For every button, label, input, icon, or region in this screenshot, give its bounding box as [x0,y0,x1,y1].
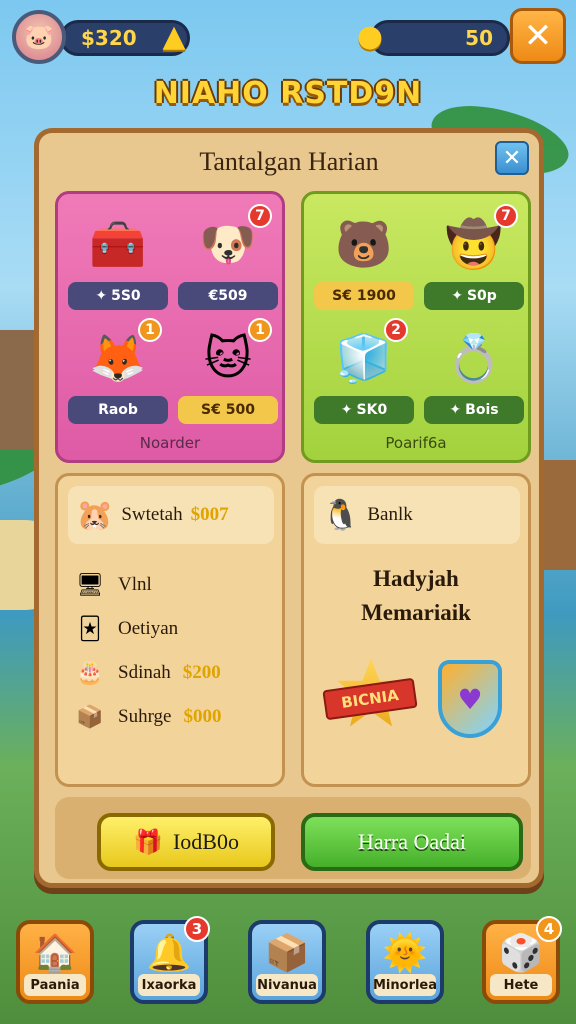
item-price: S€ 1900 [314,282,414,310]
panel-title: Tantalgan Harian [199,147,379,176]
shop-item[interactable]: 💍 ✦ Bois [424,318,524,428]
coins-value: $320 [81,26,137,50]
item-price: ✦ SK0 [314,396,414,424]
sun-pet-icon: 🌞 [382,933,428,974]
item-badge: 1 [138,318,162,342]
star-badge-icon[interactable]: BICNIA [322,658,418,738]
home-icon: 🏠 [32,933,78,974]
screen-icon: 🖥 [76,572,104,598]
stats-box: 🐹 Swtetah $007 🖥 Vlnl 🃏 Oetiyan 🎂 Sdinah… [55,473,285,787]
item-badge: 7 [494,204,518,228]
shop-item[interactable]: 🐱 1 S€ 500 [178,318,278,428]
nav-label: Ixaorka [138,974,200,996]
nav-crate[interactable]: 📦 Nivanua [248,920,326,1004]
ribbon-label: BICNIA [322,677,418,721]
nav-badge: 3 [184,916,210,942]
card-icon: 🃏 [78,616,102,642]
gift-box: 🐧 Banlk Hadyjah Memariaik BICNIA ♥ [301,473,531,787]
stat-row: 🖥 Vlnl [74,568,164,602]
stats-header-value: $007 [190,504,229,525]
nav-label: Hete [490,974,552,996]
nav-label: Paania [24,974,86,996]
top-bar: $320 🐷 ▲ 50 ● ✕ [8,8,568,64]
item-badge: 7 [248,204,272,228]
pink-reward-box: 🧰 ✦ 5S0 🐶 7 €509 🦊 1 Raob 🐱 1 S€ 500 Noar… [55,191,285,463]
stat-row: 📦 Suhrge $000 [74,700,221,734]
shop-item[interactable]: 🧊 2 ✦ SK0 [314,318,414,428]
nav-label: Nivanua [256,974,318,996]
item-badge: 2 [384,318,408,342]
box-label: Poarif6a [385,434,447,452]
shop-item[interactable]: 🤠 7 ✦ S0p [424,204,524,314]
item-price: €509 [178,282,278,310]
gift-header: 🐧 Banlk [314,486,520,544]
item-price: ✦ 5S0 [68,282,168,310]
shop-item[interactable]: 🦊 1 Raob [68,318,168,428]
item-price: Raob [68,396,168,424]
stats-header-label: Swtetah [121,504,183,525]
daily-challenge-panel: Tantalgan Harian ✕ 🧰 ✦ 5S0 🐶 7 €509 🦊 1 R… [34,128,544,888]
heart-shield-icon[interactable]: ♥ [438,660,502,738]
stat-row: 🎂 Sdinah $200 [74,656,220,690]
item-badge: 1 [248,318,272,342]
bird-icon: 🐧 [322,497,360,533]
gift-box-icon: 📦 [76,704,104,730]
item-price: ✦ Bois [424,396,524,424]
claim-button[interactable]: Harra Oadai [301,813,523,871]
drop-icon: ● [356,18,384,54]
player-avatar[interactable]: 🐷 [12,10,66,64]
gift-title: Hadyjah Memariaik [361,566,471,625]
nav-badge: 4 [536,916,562,942]
crate-icon: 📦 [264,933,310,974]
box-label: Noarder [139,434,201,452]
treasure-machine-icon: 🧰 [89,216,147,271]
drops-counter: 50 [370,20,510,56]
nav-label: Minorlea [373,974,437,996]
gold-ring-icon: 💍 [445,330,503,385]
cake-icon: 🎂 [76,660,104,686]
nav-dice[interactable]: 🎲 4 Hete [482,916,562,1004]
item-price: ✦ S0p [424,282,524,310]
stats-header: 🐹 Swtetah $007 [68,486,274,544]
nav-pet[interactable]: 🌞 Minorlea [366,920,444,1004]
secondary-button[interactable]: 🎁 IodB0o [97,813,275,871]
nav-home[interactable]: 🏠 Paania [16,920,94,1004]
item-price: S€ 500 [178,396,278,424]
panel-close-button[interactable]: ✕ [495,141,529,175]
gift-header-label: Banlk [367,504,413,525]
coin-flame-icon: ▲ [162,18,186,54]
nav-bell[interactable]: 🔔 3 Ixaorka [130,916,210,1004]
drops-value: 50 [465,26,493,50]
bear-pet-icon: 🐻 [335,216,393,271]
shop-item[interactable]: 🧰 ✦ 5S0 [68,204,168,314]
shop-item[interactable]: 🐻 S€ 1900 [314,204,414,314]
shop-item[interactable]: 🐶 7 €509 [178,204,278,314]
pet-hat-icon: 🐹 [76,497,114,533]
chest-icon: 🎁 [133,829,163,856]
stat-row: 🃏 Oetiyan [74,612,190,646]
close-icon[interactable]: ✕ [510,8,566,64]
green-reward-box: 🐻 S€ 1900 🤠 7 ✦ S0p 🧊 2 ✦ SK0 💍 ✦ Bois Poar… [301,191,531,463]
game-title: NIAHO RSTD9N [153,76,423,111]
